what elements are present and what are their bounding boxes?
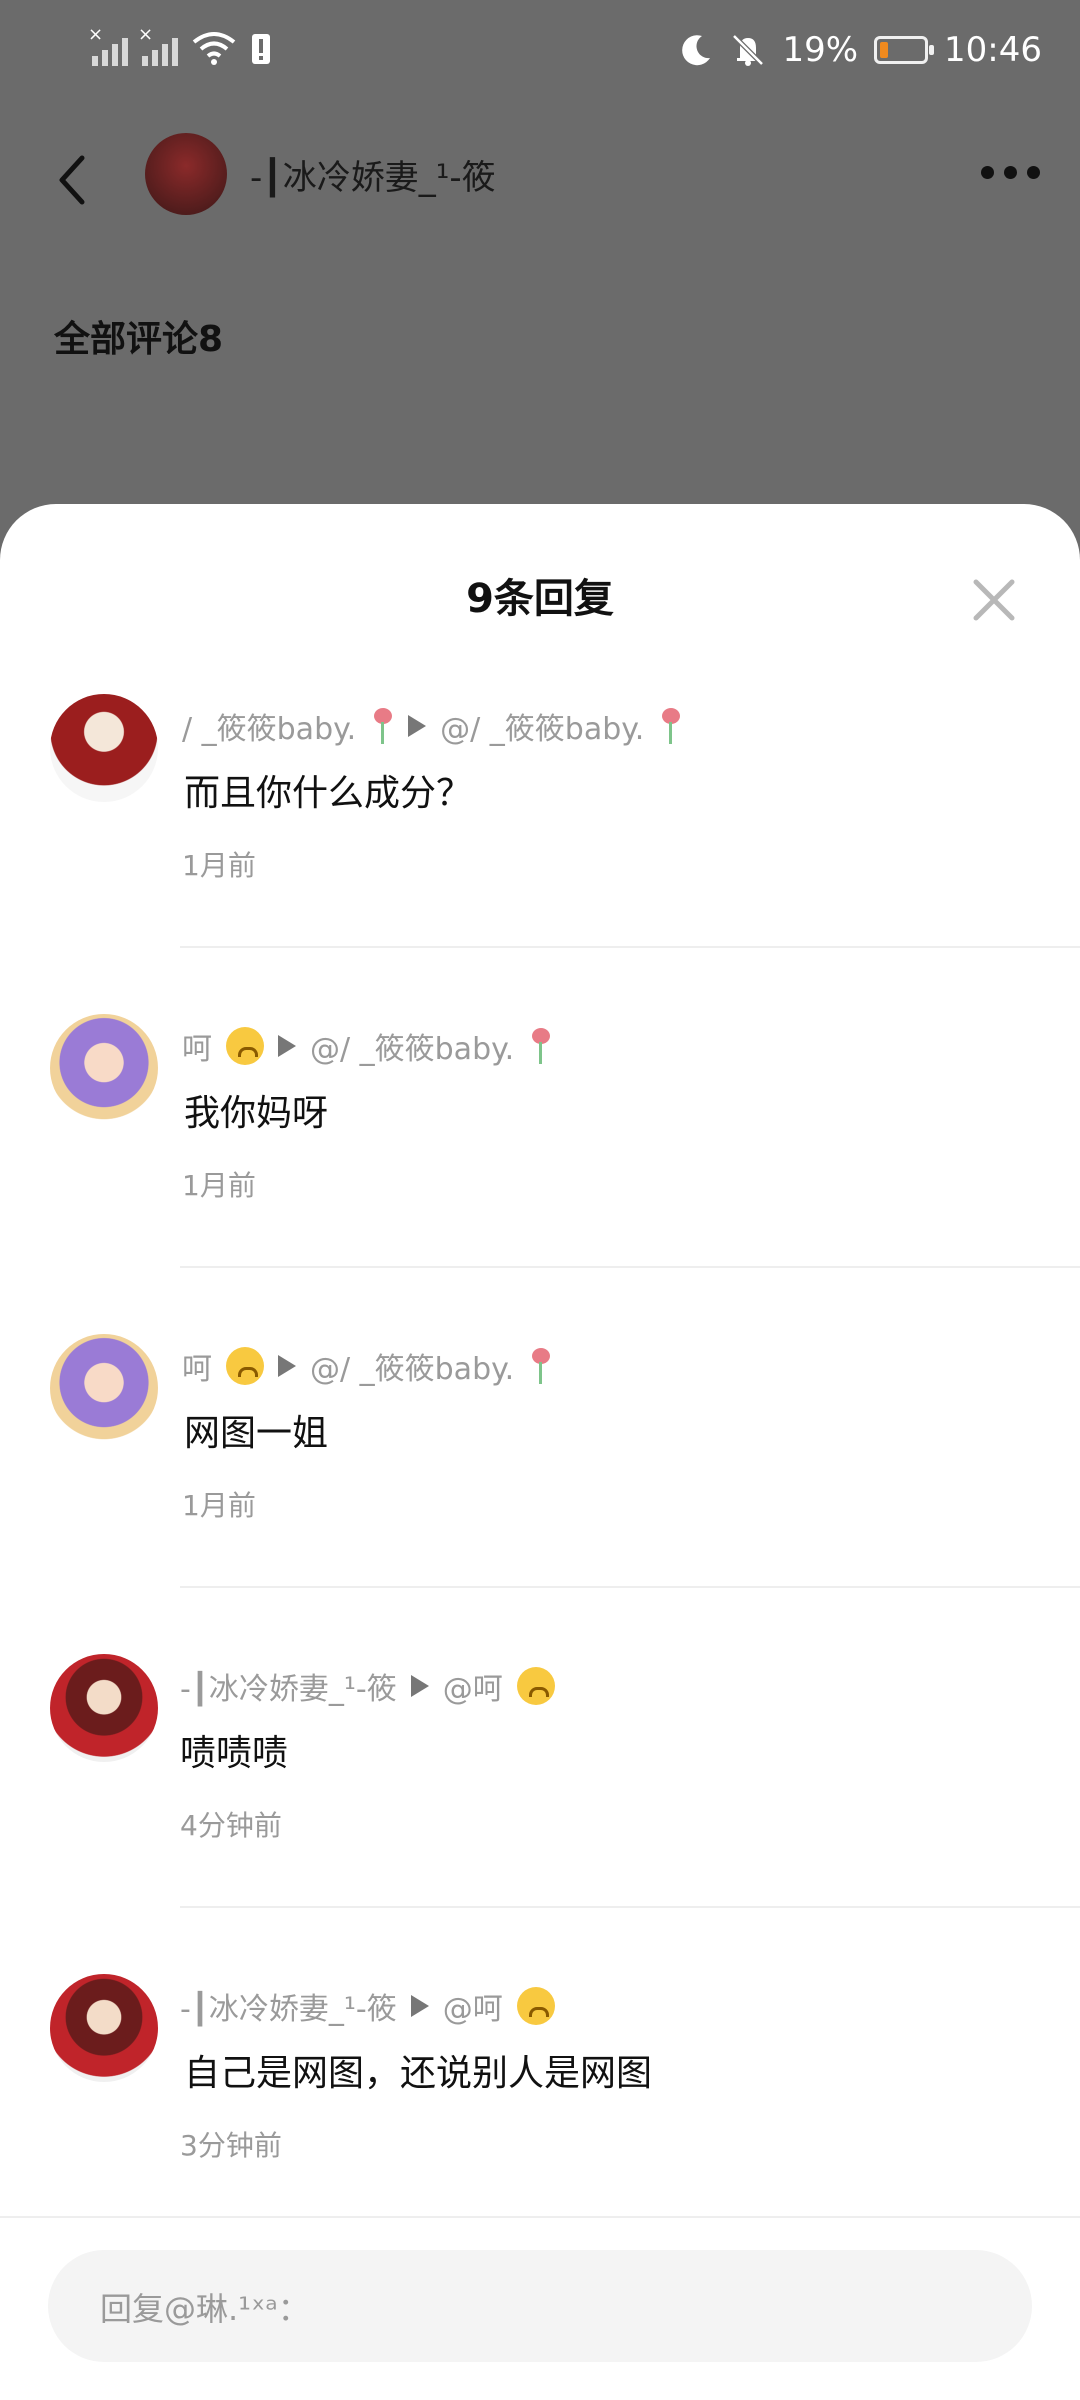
back-arrow-icon[interactable] (52, 152, 92, 208)
battery-percent: 19% (782, 30, 859, 70)
upside-down-face-emoji-icon (516, 1987, 555, 2025)
divider (180, 1266, 1080, 1268)
avatar[interactable] (50, 1334, 158, 1442)
comment-meta: -┃冰冷娇妻_¹-筱 @呵 (180, 1984, 555, 2028)
top-bar: -┃冰冷娇妻_¹-筱 (0, 130, 1080, 230)
divider (180, 1906, 1080, 1908)
comment-text: 啧啧啧 (180, 1733, 289, 1774)
status-right: 19% 10:46 (678, 30, 1042, 70)
more-options-icon[interactable] (981, 166, 1040, 179)
all-comments-title: 全部评论8 (54, 319, 224, 360)
comment-meta: -┃冰冷娇妻_¹-筱 @呵 (180, 1664, 555, 1708)
avatar[interactable] (50, 1014, 158, 1122)
avatar[interactable] (50, 694, 158, 802)
comment-author[interactable]: 呵 (182, 1344, 212, 1388)
reply-input[interactable]: 回复@琳.¹ˣᵃ： (48, 2250, 1032, 2362)
comment-item[interactable]: -┃冰冷娇妻_¹-筱 @呵 啧啧啧 4分钟前 (0, 1624, 1080, 1944)
comment-meta: 呵 @/ _筱筱baby. (182, 1344, 552, 1388)
comment-meta: 呵 @/ _筱筱baby. (182, 1024, 552, 1068)
avatar[interactable] (50, 1654, 158, 1762)
comment-time: 1月前 (182, 1489, 256, 1522)
comment-author[interactable]: -┃冰冷娇妻_¹-筱 (180, 1664, 397, 1708)
header-user-name[interactable]: -┃冰冷娇妻_¹-筱 (250, 150, 496, 199)
status-left: × × (88, 24, 272, 66)
comment-item[interactable]: 呵 @/ _筱筱baby. 我你妈呀 1月前 (0, 984, 1080, 1304)
comment-author[interactable]: -┃冰冷娇妻_¹-筱 (180, 1984, 397, 2028)
comment-text: 网图一姐 (184, 1413, 329, 1454)
close-icon[interactable] (970, 576, 1018, 624)
divider (180, 946, 1080, 948)
rose-emoji-icon (528, 1348, 552, 1384)
reply-arrow-icon (278, 1355, 296, 1377)
comment-item[interactable]: / _筱筱baby. @/ _筱筱baby. 而且你什么成分？ 1月前 (0, 664, 1080, 984)
comment-text: 我你妈呀 (184, 1093, 329, 1134)
comment-author[interactable]: / _筱筱baby. (182, 704, 356, 748)
bell-muted-icon (732, 34, 765, 66)
comment-reply-target[interactable]: @呵 (443, 1664, 503, 1708)
moon-icon (682, 35, 711, 66)
status-bar: × × 19% 10:46 (0, 0, 1080, 110)
reply-arrow-icon (278, 1035, 296, 1057)
comment-time: 3分钟前 (180, 2129, 282, 2162)
comment-meta: / _筱筱baby. @/ _筱筱baby. (182, 704, 682, 748)
signal-icon: × (88, 24, 128, 66)
comment-text: 自己是网图，还说别人是网图 (184, 2053, 653, 2094)
comment-reply-target[interactable]: @/ _筱筱baby. (310, 1024, 514, 1068)
comment-time: 1月前 (182, 1169, 256, 1202)
clock: 10:46 (944, 30, 1042, 70)
divider (180, 1586, 1080, 1588)
upside-down-face-emoji-icon (226, 1027, 264, 1065)
comment-author[interactable]: 呵 (182, 1024, 212, 1068)
comment-time: 1月前 (182, 849, 256, 882)
comment-item[interactable]: 呵 @/ _筱筱baby. 网图一姐 1月前 (0, 1304, 1080, 1624)
wifi-icon (192, 32, 236, 65)
comment-reply-target[interactable]: @呵 (443, 1984, 503, 2028)
sheet-title: 9条回复 (466, 576, 614, 622)
sim-alert-icon (252, 34, 270, 64)
rose-emoji-icon (528, 1028, 552, 1064)
reply-arrow-icon (410, 1995, 429, 2017)
replies-sheet: 9条回复 / _筱筱baby. @/ _筱筱baby. 而且你什么成分？ 1月前… (0, 504, 1080, 2400)
reply-arrow-icon (408, 715, 427, 737)
upside-down-face-emoji-icon (226, 1347, 264, 1385)
comment-reply-target[interactable]: @/ _筱筱baby. (440, 704, 644, 748)
avatar[interactable] (50, 1974, 158, 2082)
rose-emoji-icon (658, 708, 682, 744)
comment-time: 4分钟前 (180, 1809, 282, 1842)
comment-reply-target[interactable]: @/ _筱筱baby. (310, 1344, 514, 1388)
upside-down-face-emoji-icon (516, 1667, 555, 1705)
avatar[interactable] (145, 133, 227, 215)
battery-icon (874, 36, 935, 64)
signal-icon: × (138, 24, 178, 66)
reply-arrow-icon (410, 1675, 429, 1697)
comment-text: 而且你什么成分？ (184, 773, 473, 814)
rose-emoji-icon (370, 708, 394, 744)
divider (0, 2216, 1080, 2218)
reply-input-placeholder[interactable]: 回复@琳.¹ˣᵃ： (100, 2284, 310, 2330)
